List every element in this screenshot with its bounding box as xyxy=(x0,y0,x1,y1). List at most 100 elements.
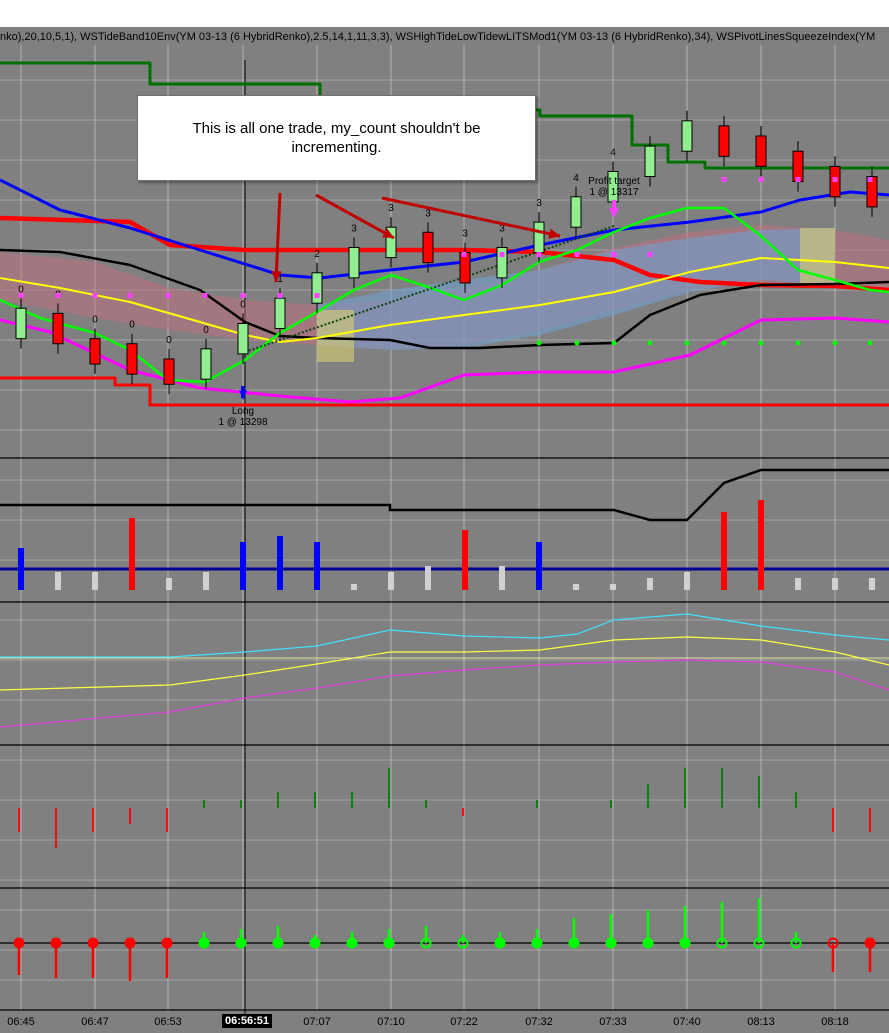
signal-dot xyxy=(574,252,580,257)
time-axis-label: 07:07 xyxy=(303,1016,331,1028)
volume-bar xyxy=(351,584,357,590)
oscillator-dot xyxy=(864,937,876,949)
candle-body xyxy=(237,322,249,355)
signal-dot xyxy=(536,252,542,257)
volume-bar xyxy=(462,530,468,590)
candle-body xyxy=(718,125,730,157)
entry-arrow xyxy=(241,386,245,398)
oscillator-dot xyxy=(383,937,395,949)
oscillator-panel xyxy=(0,898,889,981)
volume-bar xyxy=(499,566,505,590)
histogram-panel xyxy=(18,768,871,848)
oscillator-dot xyxy=(198,937,210,949)
candle-body xyxy=(459,252,471,284)
annotation-arrow xyxy=(381,196,561,238)
oscillator-dot xyxy=(679,937,691,949)
bar-count-label: 3 xyxy=(351,223,357,234)
candle-body xyxy=(126,343,138,375)
bar-count-label: 3 xyxy=(425,208,431,219)
candle-body xyxy=(681,120,693,152)
candle-body xyxy=(755,135,767,167)
volume-bar xyxy=(129,518,135,590)
signal-dot xyxy=(721,177,727,182)
annotation-arrow xyxy=(274,192,282,283)
oscillator-dot xyxy=(346,937,358,949)
signal-dot xyxy=(165,293,171,298)
volume-bar xyxy=(647,578,653,590)
exit-detail: 1 @ 13317 xyxy=(589,187,639,198)
oscillator-dot xyxy=(13,937,25,949)
oscillator-dot xyxy=(87,937,99,949)
signal-dot xyxy=(127,293,133,298)
oscillator-dot xyxy=(642,937,654,949)
oscillator-dot xyxy=(531,937,543,949)
oscillator-dot xyxy=(309,937,321,949)
signal-dot xyxy=(611,340,617,346)
volume-bar xyxy=(55,572,61,590)
middle-band-line xyxy=(0,636,889,691)
volume-bar xyxy=(388,572,394,590)
signal-dot xyxy=(611,252,617,257)
signal-dot xyxy=(758,177,764,182)
signal-dot xyxy=(758,340,764,346)
volume-bar xyxy=(795,578,801,590)
time-axis-label: 07:33 xyxy=(599,1016,627,1028)
oscillator-dot xyxy=(605,937,617,949)
signal-dot xyxy=(240,293,246,298)
candle-body xyxy=(348,246,360,279)
candle-body xyxy=(274,297,286,330)
signal-dot xyxy=(795,177,801,182)
volume-bar xyxy=(92,572,98,590)
signal-dot xyxy=(832,340,838,346)
bar-count-label: 4 xyxy=(610,147,616,158)
signal-dot xyxy=(277,293,283,298)
bands-panel xyxy=(0,613,889,728)
volume-bar xyxy=(314,542,320,590)
bar-count-label: 4 xyxy=(573,173,579,184)
entry-name: Long xyxy=(231,406,255,417)
upper-band-line xyxy=(0,613,889,658)
lower-band-line xyxy=(0,659,889,728)
cursor-time-label: 06:56:51 xyxy=(222,1014,273,1028)
signal-dot xyxy=(499,252,505,257)
oscillator-dot xyxy=(494,937,506,949)
candle-body xyxy=(89,338,101,365)
signal-dot xyxy=(536,340,542,346)
bar-count-label: 0 xyxy=(129,320,135,331)
bar-count-label: 2 xyxy=(314,249,320,260)
signal-dot xyxy=(574,340,580,346)
time-axis-label: 06:53 xyxy=(154,1016,182,1028)
volume-bar xyxy=(684,572,690,590)
time-axis-label: 06:45 xyxy=(7,1016,35,1028)
time-axis-label: 07:40 xyxy=(673,1016,701,1028)
time-axis-label: 07:32 xyxy=(525,1016,553,1028)
volume-bar xyxy=(18,548,24,590)
entry-detail: 1 @ 13298 xyxy=(218,417,268,428)
candle-body xyxy=(52,312,64,345)
signal-dot xyxy=(55,293,61,298)
volume-bar xyxy=(832,578,838,590)
candle-body xyxy=(311,272,323,304)
bar-count-label: 0 xyxy=(166,335,172,346)
signal-dot xyxy=(832,177,838,182)
volume-bar xyxy=(277,536,283,590)
bar-count-label: 3 xyxy=(462,229,468,240)
volume-bar xyxy=(573,584,579,590)
candle-body xyxy=(644,145,656,178)
signal-dot xyxy=(684,340,690,346)
time-axis-label: 06:47 xyxy=(81,1016,109,1028)
exit-label: Profit target 1 @ 13317 xyxy=(588,176,640,198)
volume-bar xyxy=(240,542,246,590)
annotation-text: This is all one trade, my_count shouldn'… xyxy=(192,120,481,156)
volume-bar xyxy=(425,566,431,590)
time-axis-label: 07:22 xyxy=(450,1016,478,1028)
oscillator-dot xyxy=(235,937,247,949)
volume-bar xyxy=(203,572,209,590)
signal-dot xyxy=(92,293,98,298)
bar-count-label: 0 xyxy=(92,315,98,326)
signal-dot xyxy=(647,252,653,257)
annotation-arrowhead xyxy=(548,228,560,239)
signal-dot xyxy=(461,252,467,257)
oscillator-dot xyxy=(124,937,136,949)
candle-body xyxy=(422,231,434,264)
